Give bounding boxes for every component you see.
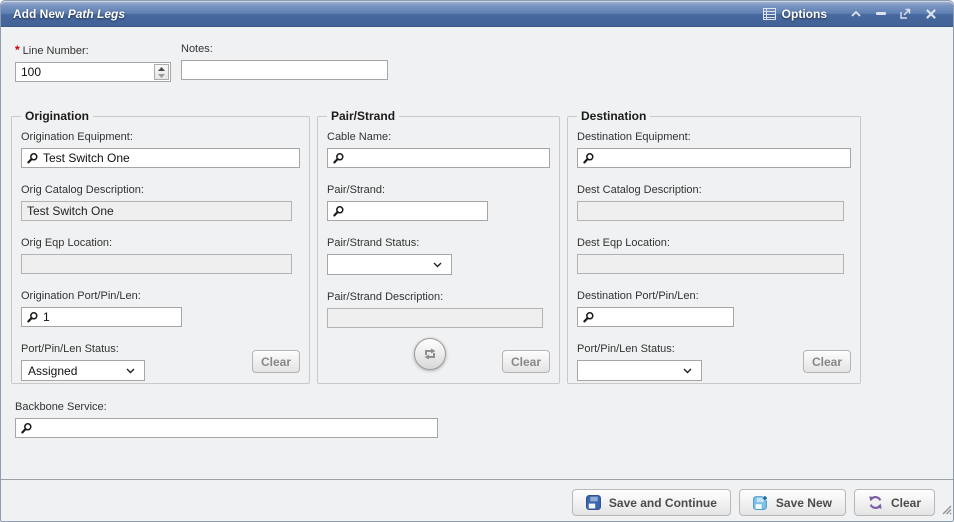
resize-grip-icon[interactable] [939,502,952,520]
notes-field-group: Notes: [181,43,388,82]
collapse-button[interactable] [843,5,868,23]
orig-port-pin-len-status-value: Assigned [28,364,77,378]
chevron-down-icon [433,262,442,268]
notes-label: Notes: [181,43,388,55]
orig-eqp-location-label: Orig Eqp Location: [21,237,300,249]
notes-input[interactable] [181,60,388,80]
destination-port-pin-len-label: Destination Port/Pin/Len: [577,290,851,302]
options-label: Options [782,7,827,21]
required-marker: * [15,43,20,57]
close-icon [926,9,936,19]
origination-port-pin-len-input[interactable] [21,307,182,327]
save-new-button[interactable]: Save New [739,489,846,516]
dest-eqp-location-field [577,254,844,274]
destination-port-pin-len-input[interactable] [577,307,734,327]
pair-strand-description-label: Pair/Strand Description: [327,291,550,303]
footer-clear-label: Clear [891,496,921,510]
orig-port-pin-len-status-select[interactable]: Assigned [21,360,145,381]
origination-clear-button[interactable]: Clear [252,350,300,373]
origination-port-pin-len-label: Origination Port/Pin/Len: [21,290,300,302]
chevron-down-icon [683,368,692,374]
popout-button[interactable] [893,5,918,23]
window-title: Add New Path Legs [13,7,125,21]
cycle-arrows-icon [422,346,438,362]
popout-icon [900,8,911,19]
dest-port-pin-len-status-select[interactable] [577,360,702,381]
options-button[interactable]: Options [763,7,827,21]
window-title-prefix: Add New [13,7,64,21]
add-new-path-legs-window: Add New Path Legs Options [0,0,954,522]
pair-strand-input[interactable] [327,201,488,221]
destination-clear-button[interactable]: Clear [803,350,851,373]
orig-eqp-location-field [21,254,292,274]
save-and-continue-label: Save and Continue [609,496,717,510]
dest-catalog-description-label: Dest Catalog Description: [577,184,851,196]
close-button[interactable] [918,5,943,23]
dest-eqp-location-label: Dest Eqp Location: [577,237,851,249]
floppy-disk-icon [586,495,601,510]
line-number-field-group: *Line Number: [15,43,171,82]
window-title-emphasis: Path Legs [68,7,125,21]
pair-strand-description-field [327,308,543,328]
backbone-service-group: Backbone Service: [15,401,438,438]
backbone-service-input[interactable] [15,418,438,438]
save-new-label: Save New [776,496,832,510]
pair-strand-legend: Pair/Strand [327,109,399,123]
destination-section: Destination Destination Equipment: Dest … [567,109,861,384]
orig-catalog-description-label: Orig Catalog Description: [21,184,300,196]
line-number-input[interactable] [15,62,171,82]
titlebar[interactable]: Add New Path Legs Options [1,1,953,27]
pair-strand-clear-button[interactable]: Clear [502,350,550,373]
orig-catalog-description-field [21,201,292,221]
chevron-down-icon [126,368,135,374]
line-number-label: *Line Number: [15,43,171,57]
options-list-icon [763,8,776,20]
destination-equipment-label: Destination Equipment: [577,131,851,143]
footer-clear-button[interactable]: Clear [854,489,935,516]
footer-separator [1,479,953,480]
pair-strand-status-select[interactable] [327,254,452,275]
destination-equipment-input[interactable] [577,148,851,168]
origination-section: Origination Origination Equipment: Orig … [11,109,310,384]
cycle-pair-strand-button[interactable] [414,338,446,370]
origination-legend: Origination [21,109,93,123]
backbone-service-label: Backbone Service: [15,401,438,413]
dest-catalog-description-field [577,201,844,221]
pair-strand-section: Pair/Strand Cable Name: Pair/Strand: [317,109,560,384]
save-and-continue-button[interactable]: Save and Continue [572,489,731,516]
floppy-disk-plus-icon [753,495,768,510]
minimize-button[interactable] [868,5,893,23]
collapse-chevron-icon [851,11,861,17]
destination-legend: Destination [577,109,650,123]
spinner-icon[interactable] [154,64,169,80]
cable-name-input[interactable] [327,148,550,168]
origination-equipment-label: Origination Equipment: [21,131,300,143]
pair-strand-label: Pair/Strand: [327,184,550,196]
refresh-arrows-icon [868,495,883,510]
origination-equipment-input[interactable] [21,148,300,168]
minimize-icon [876,12,886,16]
pair-strand-status-label: Pair/Strand Status: [327,237,550,249]
cable-name-label: Cable Name: [327,131,550,143]
